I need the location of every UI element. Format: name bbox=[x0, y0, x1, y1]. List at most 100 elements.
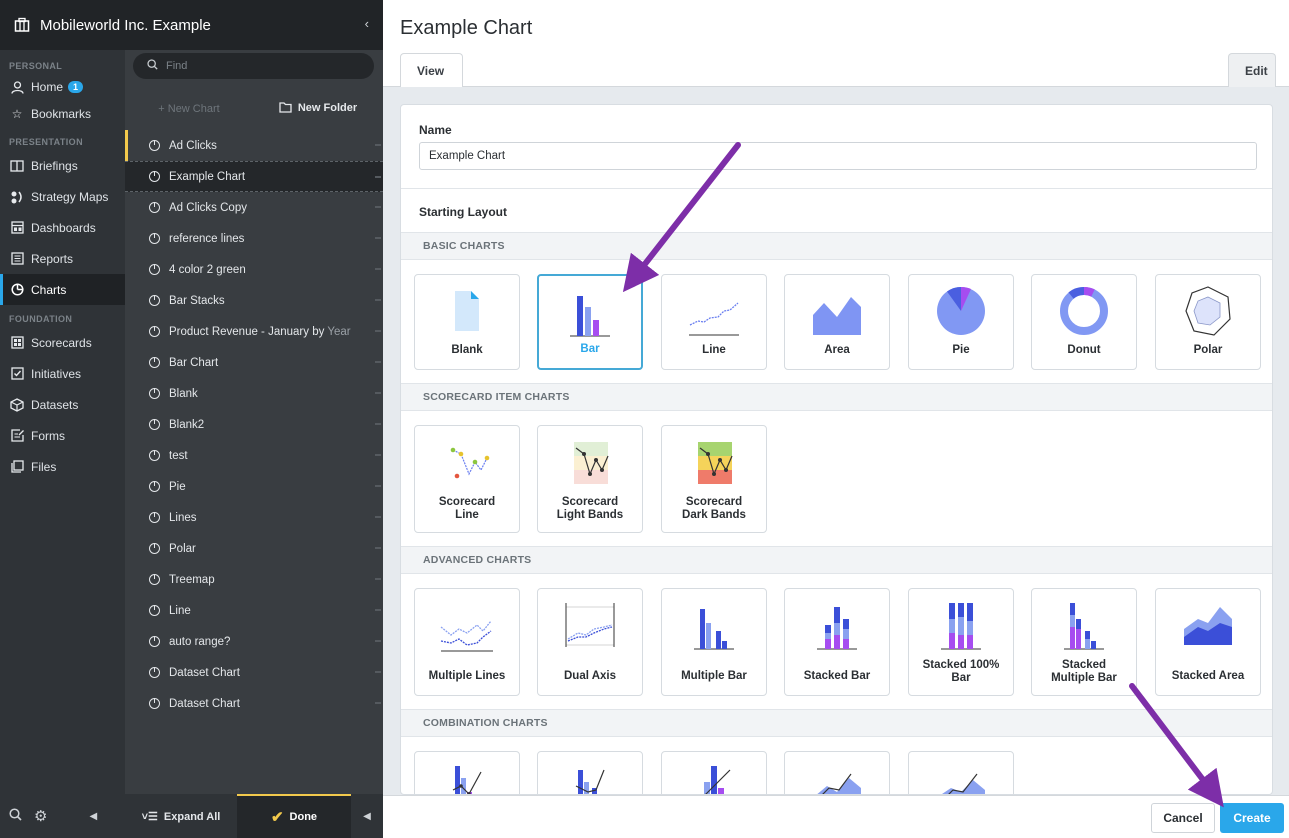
drag-handle-icon[interactable] bbox=[375, 578, 381, 580]
layout-tile-combination-5[interactable] bbox=[908, 751, 1014, 794]
cancel-button[interactable]: Cancel bbox=[1151, 803, 1215, 833]
new-folder-button[interactable]: New Folder bbox=[253, 102, 383, 116]
tab-edit[interactable]: Edit bbox=[1228, 53, 1276, 87]
nav-section-presentation: PRESENTATION bbox=[9, 137, 83, 147]
chart-list-item[interactable]: Product Revenue - January by Year bbox=[125, 316, 383, 347]
search-icon[interactable] bbox=[9, 808, 22, 824]
nav-item-initiatives[interactable]: Initiatives bbox=[0, 358, 125, 389]
chart-list-item[interactable]: Dataset Chart bbox=[125, 688, 383, 719]
chart-list-item[interactable]: Treemap bbox=[125, 564, 383, 595]
layout-tile-combination-1[interactable] bbox=[414, 751, 520, 794]
chart-list-item[interactable]: Bar Chart bbox=[125, 347, 383, 378]
nav-item-charts[interactable]: Charts bbox=[0, 274, 125, 305]
chart-list-item[interactable]: Lines bbox=[125, 502, 383, 533]
layout-tile-combination-3[interactable] bbox=[661, 751, 767, 794]
drag-handle-icon[interactable] bbox=[375, 299, 381, 301]
nav-item-files[interactable]: Files bbox=[0, 451, 125, 482]
layout-tile-stacked-100-bar[interactable]: Stacked 100% Bar bbox=[908, 588, 1014, 696]
nav-section-foundation: FOUNDATION bbox=[9, 314, 73, 324]
nav-item-scorecards[interactable]: Scorecards bbox=[0, 327, 125, 358]
create-button[interactable]: Create bbox=[1220, 803, 1284, 833]
collapse-sidebar-button[interactable]: ‹ bbox=[365, 16, 369, 31]
expand-all-button[interactable]: ˅☰ Expand All bbox=[125, 810, 237, 823]
chart-pie-icon bbox=[149, 543, 160, 554]
layout-tile-dual-axis[interactable]: Dual Axis bbox=[537, 588, 643, 696]
tile-label: Multiple Lines bbox=[428, 670, 506, 682]
org-header[interactable]: Mobileworld Inc. Example ‹ bbox=[0, 0, 383, 50]
nav-item-forms[interactable]: Forms bbox=[0, 420, 125, 451]
drag-handle-icon[interactable] bbox=[375, 361, 381, 363]
nav-item-briefings[interactable]: Briefings bbox=[0, 150, 125, 181]
nav-item-dashboards[interactable]: Dashboards bbox=[0, 212, 125, 243]
chart-list-item[interactable]: Ad Clicks Copy bbox=[125, 192, 383, 223]
find-search[interactable] bbox=[133, 53, 374, 79]
drag-handle-icon[interactable] bbox=[375, 237, 381, 239]
chart-list-item[interactable]: Line bbox=[125, 595, 383, 626]
chart-list-item[interactable]: reference lines bbox=[125, 223, 383, 254]
chart-pie-icon bbox=[149, 512, 160, 523]
layout-tile-stacked-bar[interactable]: Stacked Bar bbox=[784, 588, 890, 696]
drag-handle-icon[interactable] bbox=[375, 176, 381, 178]
group-scorecard-item-charts: SCORECARD ITEM CHARTS bbox=[401, 383, 1272, 411]
drag-handle-icon[interactable] bbox=[375, 671, 381, 673]
scorecard-light-bands-icon bbox=[560, 436, 620, 488]
find-input[interactable] bbox=[166, 60, 356, 72]
name-field[interactable] bbox=[419, 142, 1257, 170]
chart-list-item[interactable]: auto range? bbox=[125, 626, 383, 657]
drag-handle-icon[interactable] bbox=[375, 268, 381, 270]
layout-tile-multiple-bar[interactable]: Multiple Bar bbox=[661, 588, 767, 696]
new-chart-button[interactable]: + New Chart bbox=[125, 103, 253, 115]
nav-item-datasets[interactable]: Datasets bbox=[0, 389, 125, 420]
layout-tile-scorecard-light-bands[interactable]: Scorecard Light Bands bbox=[537, 425, 643, 533]
drag-handle-icon[interactable] bbox=[375, 206, 381, 208]
layout-tile-pie[interactable]: Pie bbox=[908, 274, 1014, 370]
layout-tile-area[interactable]: Area bbox=[784, 274, 890, 370]
chart-list-item[interactable]: 4 color 2 green bbox=[125, 254, 383, 285]
chart-pie-icon bbox=[149, 605, 160, 616]
chart-list-item[interactable]: Bar Stacks bbox=[125, 285, 383, 316]
chart-list-item[interactable]: Example Chart bbox=[125, 161, 383, 192]
layout-tile-donut[interactable]: Donut bbox=[1031, 274, 1137, 370]
layout-tile-multiple-lines[interactable]: Multiple Lines bbox=[414, 588, 520, 696]
collapse-nav-icon[interactable]: ◀ bbox=[89, 811, 97, 822]
drag-handle-icon[interactable] bbox=[375, 423, 381, 425]
drag-handle-icon[interactable] bbox=[375, 454, 381, 456]
nav-item-home[interactable]: Home 1 bbox=[0, 74, 125, 100]
drag-handle-icon[interactable] bbox=[375, 547, 381, 549]
drag-handle-icon[interactable] bbox=[375, 144, 381, 146]
done-button[interactable]: ✔ Done bbox=[237, 794, 351, 838]
drag-handle-icon[interactable] bbox=[375, 516, 381, 518]
drag-handle-icon[interactable] bbox=[375, 702, 381, 704]
nav-item-label: Dashboards bbox=[31, 220, 96, 235]
layout-tile-stacked-area[interactable]: Stacked Area bbox=[1155, 588, 1261, 696]
tab-view[interactable]: View bbox=[400, 53, 463, 87]
nav-item-bookmarks[interactable]: ☆ Bookmarks bbox=[0, 100, 125, 128]
layout-tile-blank[interactable]: Blank bbox=[414, 274, 520, 370]
collapse-list-icon[interactable]: ◀ bbox=[351, 811, 383, 822]
layout-tile-polar[interactable]: Polar bbox=[1155, 274, 1261, 370]
chart-list-item[interactable]: Dataset Chart bbox=[125, 657, 383, 688]
drag-handle-icon[interactable] bbox=[375, 485, 381, 487]
layout-tile-combination-4[interactable] bbox=[784, 751, 890, 794]
chart-list-item[interactable]: Polar bbox=[125, 533, 383, 564]
chart-list-item[interactable]: Ad Clicks bbox=[125, 130, 383, 161]
layout-tile-stacked-multiple-bar[interactable]: Stacked Multiple Bar bbox=[1031, 588, 1137, 696]
drag-handle-icon[interactable] bbox=[375, 330, 381, 332]
drag-handle-icon[interactable] bbox=[375, 640, 381, 642]
layout-tile-scorecard-line[interactable]: Scorecard Line bbox=[414, 425, 520, 533]
chart-list-item-label: Blank bbox=[169, 387, 198, 400]
nav-item-reports[interactable]: Reports bbox=[0, 243, 125, 274]
layout-tile-combination-2[interactable] bbox=[537, 751, 643, 794]
chart-list-item[interactable]: Blank bbox=[125, 378, 383, 409]
drag-handle-icon[interactable] bbox=[375, 609, 381, 611]
drag-handle-icon[interactable] bbox=[375, 392, 381, 394]
layout-tile-bar[interactable]: Bar bbox=[537, 274, 643, 370]
nav-item-label: Home bbox=[31, 80, 64, 94]
layout-tile-line[interactable]: Line bbox=[661, 274, 767, 370]
chart-list-item[interactable]: Blank2 bbox=[125, 409, 383, 440]
gear-icon[interactable]: ⚙ bbox=[34, 807, 47, 825]
nav-item-strategy-maps[interactable]: Strategy Maps bbox=[0, 181, 125, 212]
chart-list-item[interactable]: test bbox=[125, 440, 383, 471]
chart-list-item[interactable]: Pie bbox=[125, 471, 383, 502]
layout-tile-scorecard-dark-bands[interactable]: Scorecard Dark Bands bbox=[661, 425, 767, 533]
